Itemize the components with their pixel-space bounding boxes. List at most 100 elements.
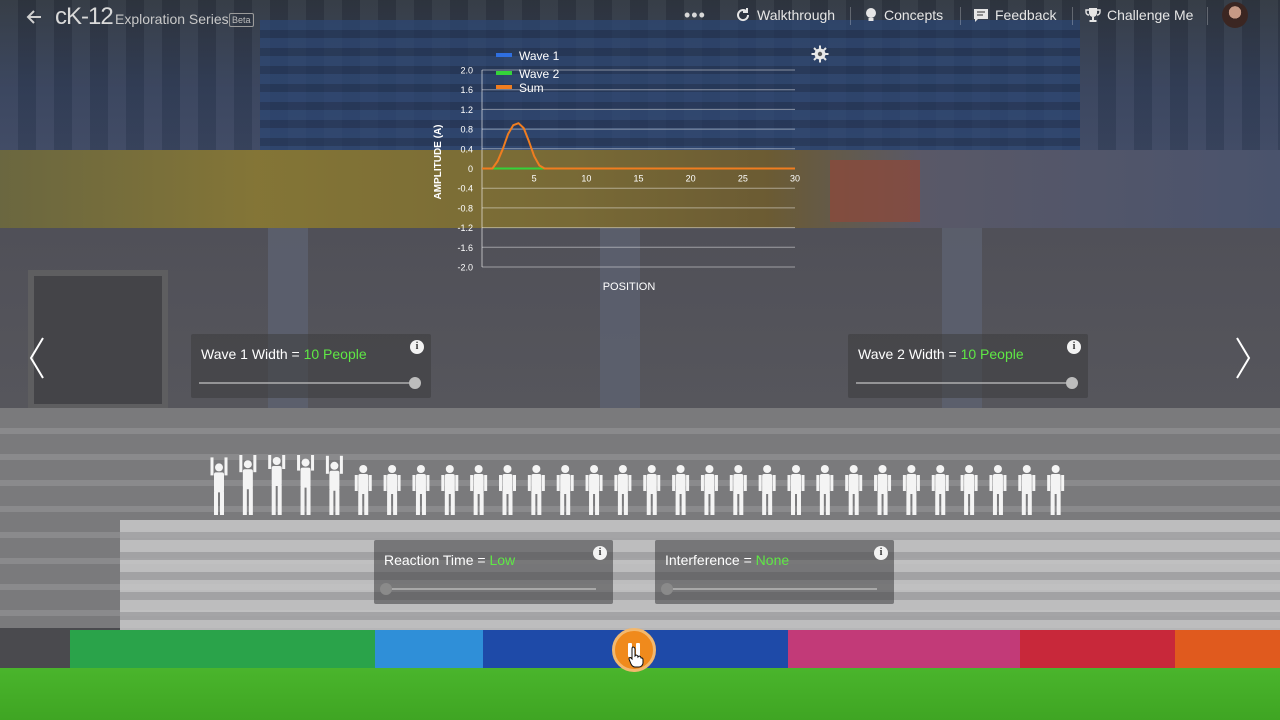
info-icon[interactable]: i	[593, 546, 607, 560]
legend-swatch	[496, 53, 512, 57]
trophy-icon	[1085, 8, 1101, 22]
wave1-width-slider-track[interactable]	[199, 382, 415, 384]
amplitude-chart: 2.0 1.6 1.2 0.8 0.4 0 -0.4 -0.8 -1.2 -1.6 -2.0 5 10…	[433, 49, 800, 293]
concepts-label: Concepts	[884, 7, 944, 23]
chart-y-ticks: 2.0 1.6 1.2 0.8 0.4 0 -0.4 -0.8 -1.2 -1.6 -2.0	[457, 66, 473, 273]
y-tick-label: -0.8	[457, 203, 473, 213]
legend-swatch	[496, 85, 512, 89]
feedback-button[interactable]: Feedback	[973, 0, 1056, 30]
back-arrow-icon[interactable]	[24, 7, 44, 27]
wave1-width-value: 10 People	[303, 346, 367, 362]
person-figure	[931, 465, 949, 515]
interference-panel: Interference = None i	[655, 540, 894, 604]
person-figure	[556, 465, 574, 515]
feedback-icon	[974, 9, 988, 22]
ad-board	[70, 630, 1280, 670]
person-figure	[268, 455, 286, 515]
person-figure	[787, 465, 805, 515]
legend-swatch	[496, 71, 512, 75]
nav-divider	[850, 7, 851, 25]
x-tick-label: 5	[532, 174, 537, 184]
info-icon[interactable]: i	[410, 340, 424, 354]
person-figure	[874, 465, 892, 515]
person-figure	[1047, 465, 1065, 515]
feedback-label: Feedback	[995, 7, 1057, 23]
wave2-width-panel: Wave 2 Width = 10 People i	[848, 334, 1088, 398]
walkthrough-button[interactable]: Walkthrough	[735, 0, 835, 30]
interference-slider-knob[interactable]	[661, 583, 673, 595]
interference-label: Interference = None	[665, 552, 789, 568]
user-avatar[interactable]	[1222, 2, 1248, 28]
reaction-time-value: Low	[489, 552, 516, 568]
legend-label: Wave 1	[519, 49, 560, 63]
lightbulb-icon	[866, 8, 876, 21]
person-figure	[816, 465, 834, 515]
wave1-width-label: Wave 1 Width = 10 People	[201, 346, 367, 362]
info-icon[interactable]: i	[1067, 340, 1081, 354]
y-tick-label: 0.4	[460, 144, 473, 154]
challenge-me-label: Challenge Me	[1107, 7, 1194, 23]
person-figure	[239, 455, 257, 515]
reaction-time-slider-track[interactable]	[386, 588, 596, 590]
refresh-icon	[737, 8, 750, 22]
interference-text: Interference =	[665, 552, 756, 568]
stadium-door	[28, 270, 168, 410]
beta-badge: Beta	[229, 13, 254, 27]
info-icon[interactable]: i	[874, 546, 888, 560]
person-figure	[499, 465, 516, 515]
x-tick-label: 20	[686, 174, 696, 184]
x-tick-label: 10	[581, 174, 591, 184]
chart-series	[482, 122, 795, 170]
y-tick-label: 0.8	[460, 125, 473, 135]
person-figure	[585, 465, 603, 515]
x-tick-label: 30	[790, 174, 800, 184]
x-axis-label: POSITION	[603, 281, 656, 293]
person-figure	[643, 465, 661, 515]
person-figure	[527, 465, 545, 515]
x-tick-label: 15	[633, 174, 643, 184]
reaction-time-slider-knob[interactable]	[380, 583, 392, 595]
legend-label: Sum	[519, 81, 544, 95]
concepts-button[interactable]: Concepts	[864, 0, 943, 30]
nav-divider	[960, 7, 961, 25]
challenge-me-button[interactable]: Challenge Me	[1085, 0, 1193, 30]
wave2-width-slider-knob[interactable]	[1066, 377, 1078, 389]
walkthrough-label: Walkthrough	[757, 7, 836, 23]
y-axis-label: AMPLITUDE (A)	[433, 125, 444, 200]
reaction-time-label: Reaction Time = Low	[384, 552, 515, 568]
person-figure	[1018, 465, 1036, 515]
y-tick-label: 2.0	[460, 66, 473, 76]
wave1-width-slider-knob[interactable]	[409, 377, 421, 389]
person-figure	[325, 455, 343, 515]
stadium-banner-emblem	[830, 160, 920, 222]
hand-cursor-icon	[628, 646, 644, 668]
person-figure	[354, 465, 372, 515]
chart-legend: Wave 1 Wave 2Sum	[496, 49, 560, 95]
gear-icon[interactable]	[811, 45, 829, 63]
wave2-width-label: Wave 2 Width = 10 People	[858, 346, 1024, 362]
series-line-sum	[482, 122, 795, 170]
person-figure	[960, 465, 978, 515]
y-tick-label: -0.4	[457, 184, 473, 194]
person-figure	[441, 465, 459, 515]
nav-divider	[1207, 7, 1208, 25]
person-figure	[845, 465, 863, 515]
series-title: Exploration Series	[115, 11, 229, 27]
next-arrow-icon[interactable]	[1233, 336, 1253, 380]
y-tick-label: 0	[468, 164, 473, 174]
previous-arrow-icon[interactable]	[27, 336, 47, 380]
ck12-logo[interactable]: cK-12	[55, 3, 114, 31]
person-figure	[614, 465, 632, 515]
legend-label: Wave 2	[519, 67, 560, 81]
interference-value: None	[755, 552, 790, 568]
y-tick-label: 1.6	[460, 85, 473, 95]
y-tick-label: -1.2	[457, 223, 473, 233]
person-figure	[672, 465, 690, 515]
reaction-time-panel: Reaction Time = Low i	[374, 540, 613, 604]
person-figure	[989, 465, 1007, 515]
interference-slider-track[interactable]	[667, 588, 877, 590]
reaction-time-text: Reaction Time =	[384, 552, 490, 568]
more-options-button[interactable]: •••	[684, 0, 706, 30]
wave2-width-slider-track[interactable]	[856, 382, 1072, 384]
wave1-width-panel: Wave 1 Width = 10 People i	[191, 334, 431, 398]
